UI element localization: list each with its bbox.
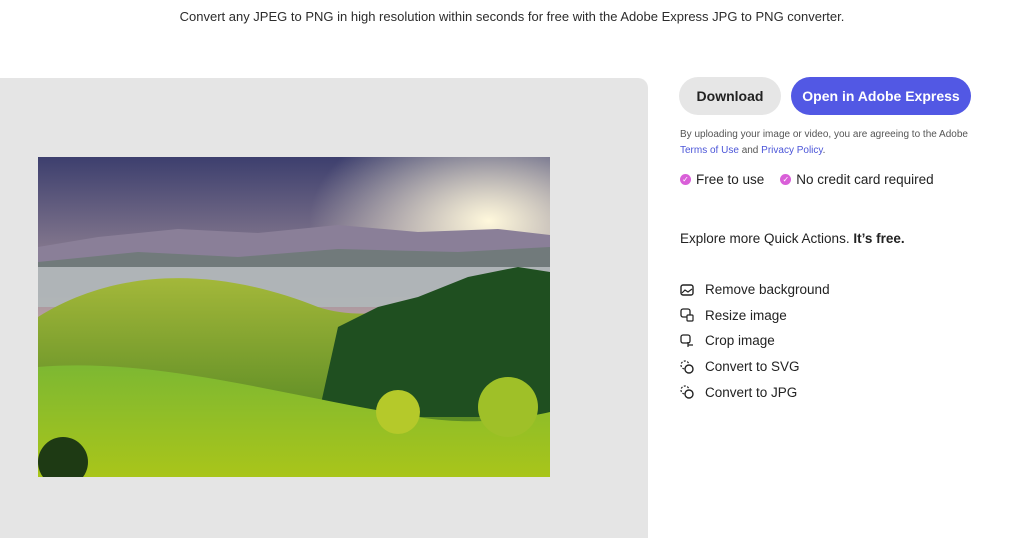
quick-action-label: Convert to SVG: [705, 359, 800, 375]
page-subtitle: Convert any JPEG to PNG in high resoluti…: [179, 9, 845, 24]
quick-actions-list: Remove background Resize image Crop imag…: [680, 273, 830, 409]
legal-and: and: [741, 145, 759, 156]
perk-free: ✓ Free to use: [680, 172, 764, 187]
quick-action-label: Crop image: [705, 333, 775, 349]
checkmark-icon: ✓: [780, 174, 792, 185]
quick-action-convert-to-jpg[interactable]: Convert to JPG: [680, 375, 830, 409]
explore-text: Explore more Quick Actions.: [680, 231, 850, 246]
quick-action-label: Remove background: [705, 282, 830, 298]
image-icon: [680, 284, 694, 296]
resize-image-icon: [680, 308, 694, 322]
privacy-policy-link[interactable]: Privacy Policy: [761, 145, 823, 156]
crop-image-icon: [680, 334, 693, 347]
terms-of-use-link[interactable]: Terms of Use: [680, 145, 739, 156]
explore-heading: Explore more Quick Actions. It’s free.: [680, 231, 905, 246]
convert-icon: [680, 385, 694, 399]
perk-no-credit-card: ✓ No credit card required: [780, 172, 934, 187]
perks-list: ✓ Free to use ✓ No credit card required: [680, 172, 934, 187]
quick-action-label: Resize image: [705, 307, 787, 323]
legal-notice: By uploading your image or video, you ar…: [680, 127, 990, 159]
download-button[interactable]: Download: [679, 77, 781, 115]
perk-label: No credit card required: [796, 172, 934, 187]
quick-action-label: Convert to JPG: [705, 384, 798, 400]
open-in-adobe-express-button[interactable]: Open in Adobe Express: [791, 77, 971, 115]
convert-icon: [680, 359, 694, 374]
legal-text: By uploading your image or video, you ar…: [680, 129, 968, 140]
perk-label: Free to use: [696, 172, 765, 187]
explore-bold: It’s free.: [853, 231, 905, 246]
uploaded-image-preview: [38, 157, 550, 477]
legal-period: .: [822, 145, 826, 156]
checkmark-icon: ✓: [680, 174, 691, 185]
